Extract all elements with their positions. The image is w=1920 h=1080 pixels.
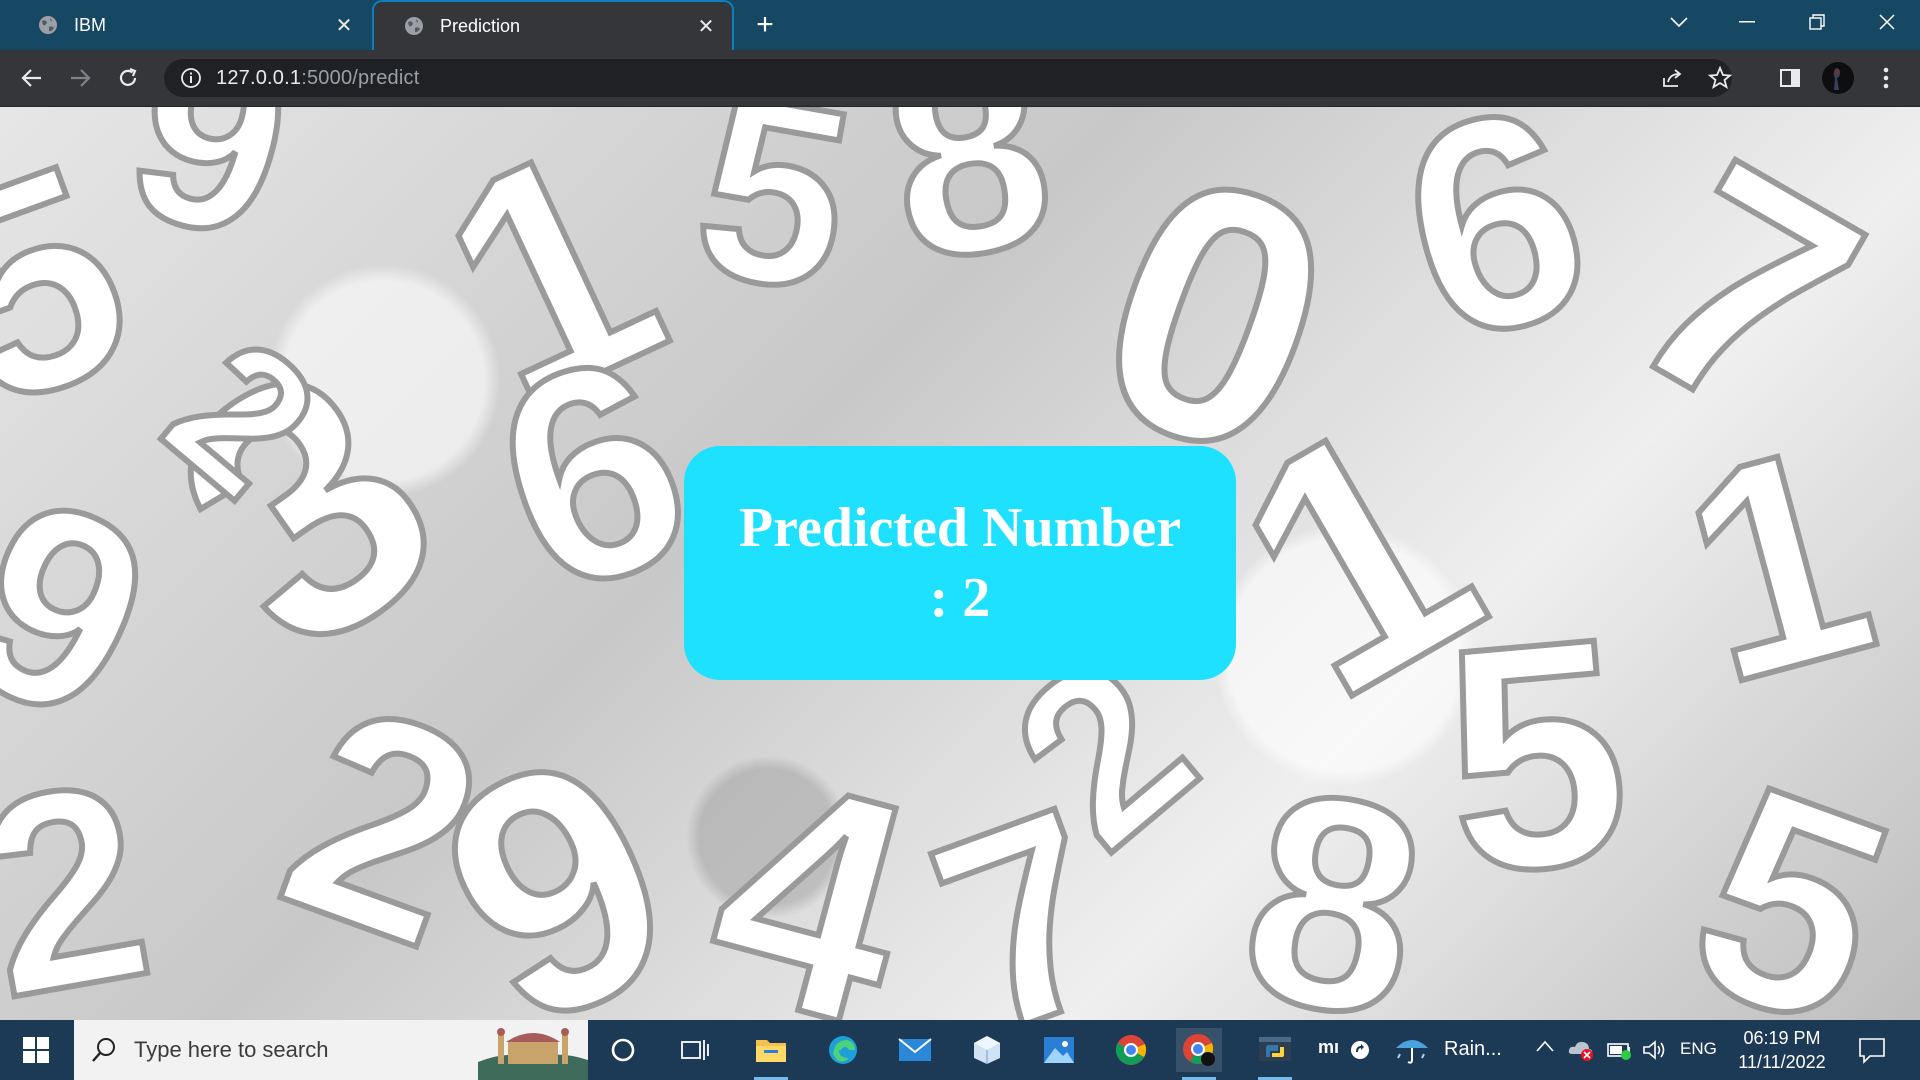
battery-icon[interactable] xyxy=(1606,1038,1632,1062)
chevron-down-icon[interactable] xyxy=(1644,0,1714,44)
file-explorer-icon[interactable] xyxy=(748,1028,794,1080)
profile-avatar[interactable] xyxy=(1820,60,1856,96)
notification-icon[interactable] xyxy=(1858,1036,1886,1064)
svg-text:5: 5 xyxy=(1432,569,1640,941)
taskbar-search-box[interactable]: Type here to search xyxy=(74,1020,588,1080)
result-label: Predicted Number xyxy=(738,497,1182,559)
onedrive-icon[interactable] xyxy=(1568,1036,1594,1062)
star-icon[interactable] xyxy=(1708,66,1732,90)
close-icon[interactable]: ✕ xyxy=(694,14,718,39)
close-window-icon[interactable] xyxy=(1852,0,1920,44)
search-icon xyxy=(92,1038,115,1062)
tab-strip: IBM ✕ Prediction ✕ + xyxy=(0,0,1920,50)
url-text: 127.0.0.1:5000/predict xyxy=(216,67,419,90)
back-icon[interactable] xyxy=(14,60,50,96)
svg-text:4: 4 xyxy=(679,703,946,1020)
cortana-icon[interactable] xyxy=(600,1028,646,1072)
chrome-profile-icon[interactable] xyxy=(1176,1028,1222,1080)
prediction-result-text: Predicted Number : 2 xyxy=(739,493,1181,633)
tab-title: IBM xyxy=(74,14,107,35)
forward-icon[interactable] xyxy=(62,60,98,96)
volume-icon[interactable] xyxy=(1642,1038,1668,1062)
prediction-result-card: Predicted Number : 2 xyxy=(684,446,1236,680)
globe-icon xyxy=(39,16,57,34)
globe-icon xyxy=(405,17,423,35)
svg-text:6: 6 xyxy=(1370,107,1618,407)
svg-text:2: 2 xyxy=(0,723,169,1020)
plus-icon[interactable]: + xyxy=(748,8,782,42)
menu-icon[interactable] xyxy=(1868,60,1904,96)
result-value: : 2 xyxy=(929,567,991,629)
svg-text:8: 8 xyxy=(1223,724,1446,1020)
close-icon[interactable]: ✕ xyxy=(332,13,356,38)
windows-taskbar: Type here to search mı Rain... ENG 06:19… xyxy=(0,1020,1920,1080)
svg-text:9: 9 xyxy=(103,107,318,297)
restore-icon[interactable] xyxy=(1782,0,1852,44)
windows-icon[interactable] xyxy=(0,1020,72,1080)
clock[interactable]: 06:19 PM 11/11/2022 xyxy=(1722,1026,1842,1074)
package-icon[interactable] xyxy=(964,1028,1010,1072)
svg-text:8: 8 xyxy=(865,107,1073,323)
chrome-icon[interactable] xyxy=(1108,1028,1154,1072)
tab-prediction[interactable]: Prediction ✕ xyxy=(372,0,734,50)
mail-icon[interactable] xyxy=(892,1028,938,1072)
mi-icon[interactable]: mı xyxy=(1318,1037,1339,1058)
clock-time: 06:19 PM xyxy=(1743,1028,1821,1048)
svg-text:1: 1 xyxy=(1653,379,1901,747)
page-content: 5 9 1 5 8 0 6 7 3 9 6 1 1 2 2 9 4 7 8 5 … xyxy=(0,107,1920,1020)
svg-text:5: 5 xyxy=(1656,719,1920,1020)
language-indicator[interactable]: ENG xyxy=(1680,1039,1717,1059)
task-view-icon[interactable] xyxy=(672,1028,718,1072)
tab-title: Prediction xyxy=(440,15,521,36)
url-path: :5000/predict xyxy=(301,66,420,89)
minimize-icon[interactable] xyxy=(1712,0,1782,44)
url-host: 127.0.0.1 xyxy=(216,66,302,89)
weather-text[interactable]: Rain... xyxy=(1444,1038,1502,1061)
chevron-up-icon[interactable] xyxy=(1536,1040,1554,1052)
address-bar[interactable]: 127.0.0.1:5000/predict xyxy=(164,59,1732,97)
search-highlight-image xyxy=(478,1020,588,1080)
svg-text:5: 5 xyxy=(678,107,871,349)
browser-toolbar: 127.0.0.1:5000/predict xyxy=(0,50,1920,107)
sidepanel-icon[interactable] xyxy=(1772,60,1808,96)
photos-icon[interactable] xyxy=(1036,1028,1082,1072)
tab-ibm[interactable]: IBM ✕ xyxy=(8,0,370,50)
python-icon[interactable] xyxy=(1252,1028,1298,1080)
search-placeholder: Type here to search xyxy=(134,1037,329,1062)
weather-icon[interactable] xyxy=(1394,1034,1430,1066)
sync-icon[interactable] xyxy=(1350,1040,1370,1060)
info-icon[interactable] xyxy=(180,67,202,89)
share-icon[interactable] xyxy=(1660,66,1684,90)
reload-icon[interactable] xyxy=(110,60,146,96)
clock-date: 11/11/2022 xyxy=(1738,1052,1826,1072)
edge-icon[interactable] xyxy=(820,1028,866,1072)
